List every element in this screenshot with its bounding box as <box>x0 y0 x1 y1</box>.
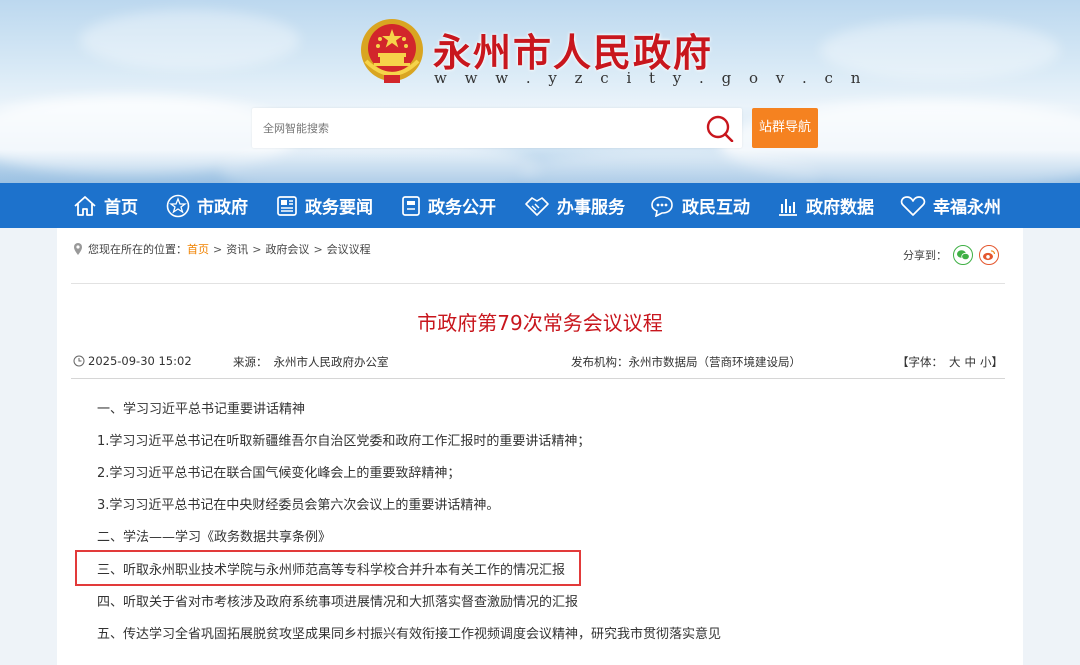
bar-chart-icon <box>779 198 797 216</box>
breadcrumb: 您现在所在的位置： 首页 > 资讯 > 政府会议 > 会议议程 <box>73 241 371 257</box>
nav-item-services[interactable]: 办事服务 <box>524 183 625 228</box>
clock-icon <box>73 355 85 367</box>
source-value: 永州市人民政府办公室 <box>273 355 389 369</box>
nav-item-news[interactable]: 政务要闻 <box>276 183 373 228</box>
agenda-item: 二、学法——学习《政务数据共享条例》 <box>97 530 332 545</box>
nav-item-gov-disclosure[interactable]: 政务公开 <box>401 183 496 228</box>
nav-item-interaction[interactable]: 政民互动 <box>649 183 750 228</box>
heart-icon <box>900 195 926 216</box>
nav-item-label: 政务要闻 <box>305 198 373 218</box>
nav-item-home[interactable]: 首页 <box>73 183 138 228</box>
divider <box>71 283 1005 284</box>
search-icon[interactable] <box>704 114 736 142</box>
publish-date: 2025-09-30 15:02 <box>73 354 192 368</box>
location-pin-icon <box>74 243 82 255</box>
agenda-item: 2.学习习近平总书记在联合国气候变化峰会上的重要致辞精神； <box>97 466 461 481</box>
font-size-large[interactable]: 大 <box>949 354 961 370</box>
breadcrumb-separator: > <box>313 242 323 256</box>
agenda-item: 四、听取关于省对市考核涉及政府系统事项进展情况和大抓落实督查激励情况的汇报 <box>97 595 579 610</box>
breadcrumb-separator: > <box>252 242 262 256</box>
font-size-small[interactable]: 小 <box>980 354 992 370</box>
weibo-icon[interactable] <box>979 245 999 265</box>
nav-item-label: 幸福永州 <box>933 198 1001 218</box>
article-source: 来源： 永州市人民政府办公室 <box>233 354 389 370</box>
nav-item-label: 市政府 <box>197 198 248 218</box>
font-size-medium[interactable]: 中 <box>965 354 977 370</box>
document-icon <box>402 195 420 216</box>
search-input[interactable] <box>252 108 692 148</box>
article-publisher: 发布机构： 永州市数据局（营商环境建设局） <box>571 354 801 370</box>
chat-icon <box>651 195 673 217</box>
agenda-item: 1.学习习近平总书记在听取新疆维吾尔自治区党委和政府工作汇报时的重要讲话精神； <box>97 434 591 449</box>
search-box <box>252 108 742 148</box>
font-size-control: 【字体： 大 中 小 】 <box>897 354 1003 370</box>
source-label: 来源： <box>233 355 268 369</box>
breadcrumb-news[interactable]: 资讯 <box>226 241 248 257</box>
breadcrumb-home[interactable]: 首页 <box>187 241 209 257</box>
breadcrumb-prefix: 您现在所在的位置： <box>88 243 187 256</box>
font-size-close: 】 <box>991 355 1004 369</box>
nav-item-gov-data[interactable]: 政府数据 <box>777 183 874 228</box>
breadcrumb-meeting-agenda[interactable]: 会议议程 <box>327 241 371 257</box>
publisher-label: 发布机构： <box>571 355 629 369</box>
article-title: 市政府第79次常务会议议程 <box>417 311 663 335</box>
site-header: 永州市人民政府 w w w . y z c i t y . g o v . c … <box>0 0 1080 183</box>
site-url: w w w . y z c i t y . g o v . c n <box>434 69 867 87</box>
highlight-annotation-box <box>75 550 581 586</box>
nav-item-label: 政务公开 <box>428 198 496 218</box>
wechat-icon[interactable] <box>953 245 973 265</box>
nav-item-happy-yongzhou[interactable]: 幸福永州 <box>900 183 1001 228</box>
breadcrumb-gov-meetings[interactable]: 政府会议 <box>265 241 309 257</box>
nav-item-city-government[interactable]: 市政府 <box>166 183 248 228</box>
article-container: 您现在所在的位置： 首页 > 资讯 > 政府会议 > 会议议程 分享到： 市政府… <box>57 228 1023 665</box>
breadcrumb-separator: > <box>213 242 223 256</box>
nav-item-label: 政府数据 <box>806 198 874 218</box>
newspaper-icon <box>277 195 297 216</box>
publisher-value: 永州市数据局（营商环境建设局） <box>628 355 802 369</box>
nav-item-label: 政民互动 <box>682 198 750 218</box>
share-bar: 分享到： <box>903 245 999 265</box>
agenda-item: 一、学习习近平总书记重要讲话精神 <box>97 402 306 417</box>
agenda-item: 五、传达学习全省巩固拓展脱贫攻坚成果同乡村振兴有效衔接工作视频调度会议精神，研究… <box>97 627 722 642</box>
nav-item-label: 办事服务 <box>557 198 625 218</box>
share-label: 分享到： <box>903 249 947 262</box>
divider <box>71 378 1005 379</box>
nav-item-label: 首页 <box>104 198 138 218</box>
font-size-label: 【字体： <box>897 355 943 369</box>
main-nav: 首页 市政府 政务要闻 政务公开 办事服务 政民互动 政府数据 幸福永州 <box>0 183 1080 228</box>
home-icon <box>74 195 96 216</box>
handshake-icon <box>525 196 549 216</box>
national-emblem-icon <box>361 19 423 83</box>
star-icon <box>166 194 190 217</box>
site-group-nav-button[interactable]: 站群导航 <box>752 108 818 148</box>
agenda-item: 3.学习习近平总书记在中央财经委员会第六次会议上的重要讲话精神。 <box>97 498 500 513</box>
